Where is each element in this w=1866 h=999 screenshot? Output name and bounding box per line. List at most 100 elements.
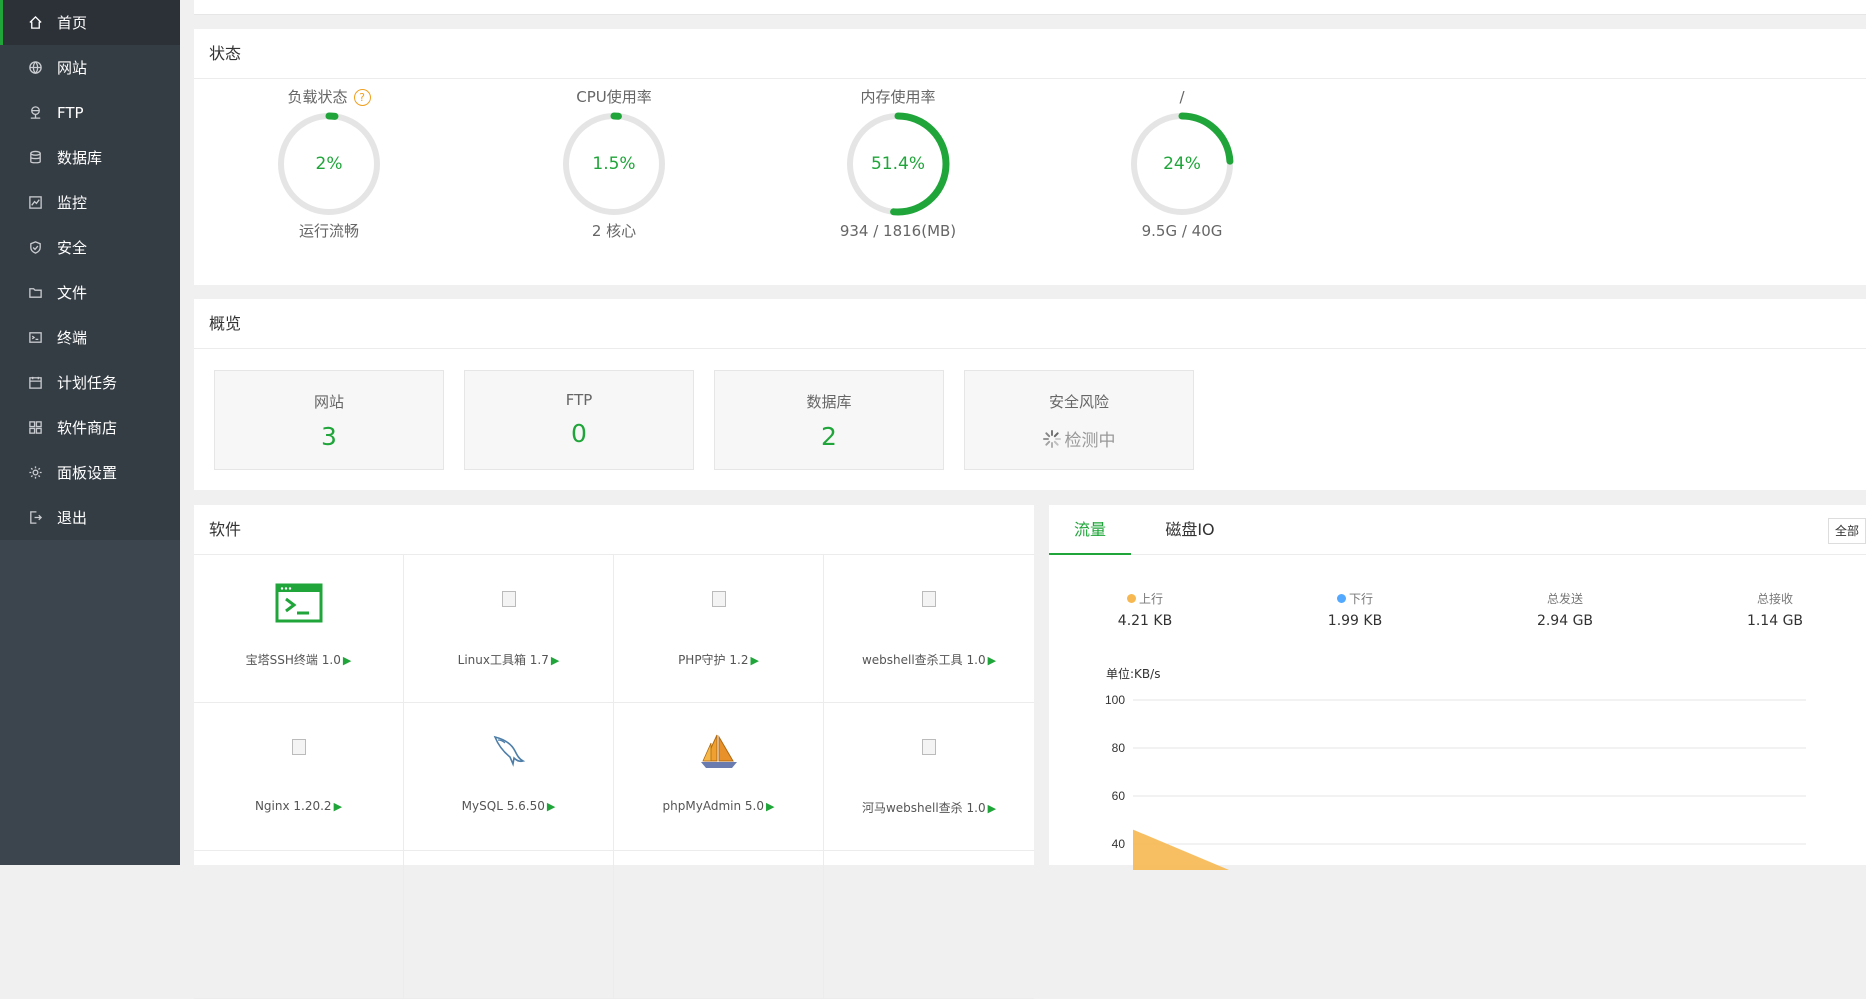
dolphin-icon [404, 731, 613, 773]
overview-card-value: 3 [321, 422, 337, 451]
globe-icon [27, 60, 43, 76]
overview-card-2[interactable]: 数据库 2 [714, 370, 944, 470]
overview-panel: 概览 网站 3 FTP 0 数据库 2 安全风险 检测中 [194, 299, 1866, 490]
series-area-upload [1133, 829, 1230, 870]
all-select-button[interactable]: 全部 [1827, 518, 1866, 544]
software-item-4[interactable]: Nginx 1.20.2 ▶ [194, 703, 404, 851]
gauge-sub: 运行流畅 [298, 222, 359, 240]
ftp-icon [27, 105, 43, 121]
status-panel: 状态 负载状态? 2% 运行流畅 CPU使用率 1.5% 2 核心 内存使用率 51… [194, 29, 1866, 285]
traffic-chart: 100 80 60 40 [1105, 693, 1806, 870]
play-icon: ▶ [342, 654, 352, 667]
broken-image-icon [194, 731, 403, 773]
grid-icon [27, 420, 43, 436]
software-item-name: PHP守护 1.2 ▶ [678, 653, 759, 667]
traffic-stat-0: 上行 4.21 KB [1085, 590, 1205, 629]
overview-card-0[interactable]: 网站 3 [214, 370, 444, 470]
gauge-ring[interactable]: 51.4% [843, 109, 953, 219]
software-item-1[interactable]: Linux工具箱 1.7 ▶ [404, 555, 614, 703]
overview-card-label: FTP [565, 391, 593, 409]
sidebar-item-3[interactable]: 数据库 [0, 135, 180, 180]
gauge-label: 负载状态? [264, 79, 394, 109]
software-item-6[interactable]: phpMyAdmin 5.0 ▶ [614, 703, 824, 851]
tab-disk-io[interactable]: 磁盘IO [1149, 505, 1231, 555]
sidebar-item-label: 文件 [57, 284, 88, 302]
play-icon: ▶ [987, 802, 997, 815]
software-item-7[interactable]: 河马webshell查杀 1.0 ▶ [824, 703, 1034, 851]
software-item-name: phpMyAdmin 5.0 ▶ [662, 799, 775, 813]
traffic-stat-value: 1.99 KB [1327, 613, 1383, 629]
sidebar-item-1[interactable]: 网站 [0, 45, 180, 90]
help-icon[interactable]: ? [353, 89, 371, 106]
broken-image-icon [824, 731, 1034, 773]
gauge-1: CPU使用率 1.5% 2 核心 [549, 79, 679, 243]
overview-card-value: 0 [571, 419, 587, 448]
play-icon: ▶ [765, 800, 775, 813]
software-item-name: webshell查杀工具 1.0 ▶ [861, 653, 997, 667]
software-empty-cell [194, 851, 404, 999]
software-empty-cell [614, 851, 824, 999]
play-icon: ▶ [333, 800, 343, 813]
gauge-ring[interactable]: 1.5% [559, 109, 669, 219]
software-empty-cell [404, 851, 614, 999]
sidebar-item-10[interactable]: 面板设置 [0, 450, 180, 495]
sidebar-item-label: 面板设置 [57, 464, 118, 482]
sidebar-item-label: FTP [57, 103, 84, 122]
traffic-stat-label: 下行 [1295, 590, 1415, 607]
gauge-value: 1.5% [592, 154, 636, 174]
traffic-stat-label: 总接收 [1756, 592, 1793, 606]
gauge-2: 内存使用率 51.4% 934 / 1816(MB) [833, 79, 963, 243]
gauge-ring[interactable]: 24% [1127, 109, 1237, 219]
logout-icon [27, 510, 43, 526]
traffic-stat-3: 总接收 1.14 GB [1715, 590, 1835, 629]
monitor-icon [27, 195, 43, 211]
database-icon [27, 150, 43, 166]
legend-dot [1126, 594, 1136, 603]
traffic-stat-value: 1.14 GB [1746, 613, 1804, 629]
sidebar-item-9[interactable]: 软件商店 [0, 405, 180, 450]
overview-card-label: 数据库 [806, 393, 852, 411]
y-tick-label: 100 [1105, 693, 1125, 707]
sidebar-item-label: 安全 [57, 239, 88, 257]
sidebar-item-label: 监控 [57, 194, 88, 212]
sidebar-item-8[interactable]: 计划任务 [0, 360, 180, 405]
gauge-label: CPU使用率 [576, 88, 652, 106]
sidebar-item-5[interactable]: 安全 [0, 225, 180, 270]
sidebar-item-label: 终端 [57, 329, 88, 347]
gauge-sub: 934 / 1816(MB) [839, 222, 957, 240]
sidebar-item-2[interactable]: FTP [0, 90, 180, 135]
gauge-sub: 2 核心 [591, 222, 637, 240]
software-item-0[interactable]: 宝塔SSH终端 1.0 ▶ [194, 555, 404, 703]
shield-icon [27, 240, 43, 256]
software-empty-cell [824, 851, 1034, 999]
gear-icon [27, 465, 43, 481]
overview-card-3[interactable]: 安全风险 检测中 [964, 370, 1194, 470]
gauge-ring[interactable]: 2% [274, 109, 384, 219]
sidebar-nav: 首页网站 FTP 数据库监控安全文件终端计划任务 软件商店面板设置退出 [0, 0, 180, 540]
sidebar-item-6[interactable]: 文件 [0, 270, 180, 315]
play-icon: ▶ [750, 654, 759, 667]
sidebar-item-label: 首页 [57, 14, 88, 32]
software-item-3[interactable]: webshell查杀工具 1.0 ▶ [824, 555, 1034, 703]
overview-card-pending: 检测中 [965, 426, 1193, 451]
broken-image-icon [614, 583, 823, 625]
top-panel [194, 0, 1866, 15]
overview-card-1[interactable]: FTP 0 [464, 370, 694, 470]
legend-dot [1336, 594, 1346, 603]
status-title: 状态 [194, 29, 1866, 79]
sidebar-item-0[interactable]: 首页 [0, 0, 180, 45]
sidebar-item-11[interactable]: 退出 [0, 495, 180, 540]
overview-card-label: 网站 [313, 393, 344, 411]
play-icon: ▶ [550, 654, 560, 667]
sidebar-item-4[interactable]: 监控 [0, 180, 180, 225]
spinner-icon [1042, 429, 1061, 448]
software-item-2[interactable]: PHP守护 1.2 ▶ [614, 555, 824, 703]
traffic-tabs: 流量 磁盘IO 全部 [1049, 505, 1866, 555]
tab-traffic[interactable]: 流量 [1049, 505, 1131, 555]
terminal-window-icon [194, 583, 403, 625]
sailboat-icon [614, 731, 823, 773]
sidebar-item-7[interactable]: 终端 [0, 315, 180, 360]
terminal-icon [27, 330, 43, 346]
gauge-value: 24% [1163, 154, 1201, 174]
software-item-5[interactable]: MySQL 5.6.50 ▶ [404, 703, 614, 851]
